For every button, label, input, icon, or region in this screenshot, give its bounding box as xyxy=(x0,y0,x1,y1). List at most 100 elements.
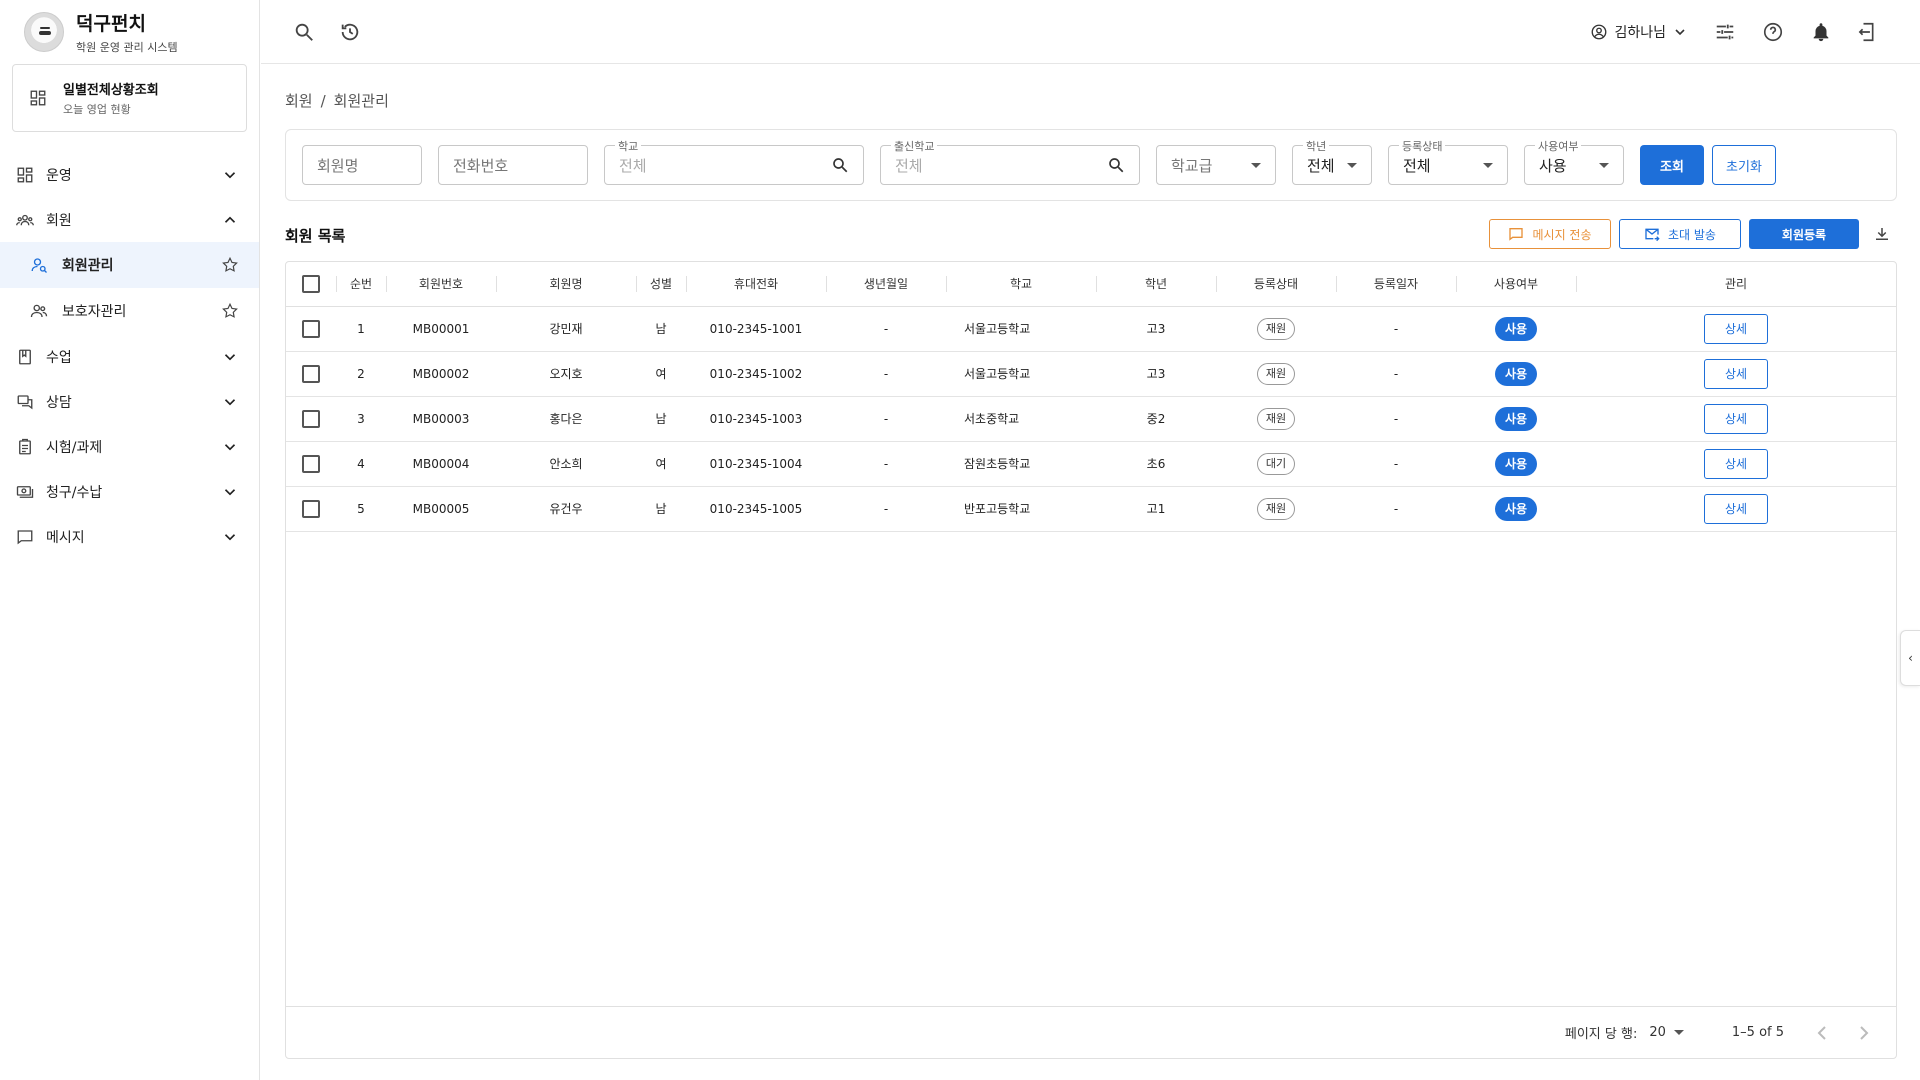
filter-bar: 회원명 전화번호 학교 전체 출신학교 전체 학교급 학년 전체 등록상태 전체… xyxy=(285,129,1897,201)
reset-button[interactable]: 초기화 xyxy=(1712,145,1776,185)
row-checkbox[interactable] xyxy=(302,319,320,338)
breadcrumb: 회원 / 회원관리 xyxy=(285,90,1896,111)
detail-button[interactable]: 상세 xyxy=(1704,448,1768,479)
star-icon[interactable] xyxy=(221,256,239,274)
column-header: 등록일자 xyxy=(1336,262,1456,307)
row-checkbox[interactable] xyxy=(302,454,320,473)
status-select[interactable]: 등록상태 전체 xyxy=(1388,138,1508,185)
cell-birth: - xyxy=(826,486,946,532)
daily-status-card[interactable]: 일별전체상황조회 오늘 영업 현황 xyxy=(12,64,247,132)
brand-title: 덕구펀치 xyxy=(76,13,146,35)
school-search-input[interactable]: 학교 전체 xyxy=(604,138,864,185)
side-panel-toggle[interactable]: ‹ xyxy=(1900,630,1920,686)
chevron-down-icon xyxy=(224,533,236,540)
table-row[interactable]: 3 MB00003 홍다은 남 010-2345-1003 - 서초중학교 중2… xyxy=(286,396,1896,442)
row-checkbox[interactable] xyxy=(302,409,320,428)
sidebar-item-guardian-manage[interactable]: 보호자관리 xyxy=(0,288,259,334)
column-header: 순번 xyxy=(336,262,386,307)
cell-status: 재원 xyxy=(1216,396,1336,442)
search-icon[interactable] xyxy=(1107,156,1125,174)
cell-member-id: MB00001 xyxy=(386,306,496,352)
status-badge: 재원 xyxy=(1256,497,1296,520)
cell-birth: - xyxy=(826,351,946,397)
cell-member-name: 오지호 xyxy=(496,351,636,397)
sidebar-item-counsel[interactable]: 상담 xyxy=(0,379,259,424)
payments-icon xyxy=(16,485,34,498)
send-message-button[interactable]: 메시지 전송 xyxy=(1489,219,1611,249)
search-icon[interactable] xyxy=(293,21,315,43)
detail-button[interactable]: 상세 xyxy=(1704,313,1768,344)
star-icon[interactable] xyxy=(221,302,239,320)
sidebar-item-exam[interactable]: 시험/과제 xyxy=(0,424,259,469)
sidebar: 덕구펀치 학원 운영 관리 시스템 일별전체상황조회 오늘 영업 현황 운영 회… xyxy=(0,0,260,1080)
cell-status: 재원 xyxy=(1216,351,1336,397)
school-level-select[interactable]: 학교급 xyxy=(1156,145,1276,185)
logout-icon[interactable] xyxy=(1858,21,1880,43)
use-badge: 사용 xyxy=(1494,496,1538,521)
search-button[interactable]: 조회 xyxy=(1640,145,1704,185)
chevron-right-icon[interactable] xyxy=(1852,1021,1876,1045)
table-row[interactable]: 1 MB00001 강민재 남 010-2345-1001 - 서울고등학교 고… xyxy=(286,306,1896,352)
rows-per-page-label: 페이지 당 행: xyxy=(1564,1027,1638,1042)
brand[interactable]: 덕구펀치 학원 운영 관리 시스템 xyxy=(0,0,259,64)
search-icon[interactable] xyxy=(831,156,849,174)
help-icon[interactable] xyxy=(1762,21,1784,43)
sidebar-item-member-manage[interactable]: 회원관리 xyxy=(0,242,259,288)
cell-phone: 010-2345-1002 xyxy=(686,351,826,397)
cell-grade: 중2 xyxy=(1096,396,1216,442)
table-row[interactable]: 5 MB00005 유건우 남 010-2345-1005 - 반포고등학교 고… xyxy=(286,486,1896,532)
download-button[interactable] xyxy=(1867,225,1897,243)
cell-use: 사용 xyxy=(1456,441,1576,487)
use-badge: 사용 xyxy=(1494,361,1538,386)
select-all-checkbox[interactable] xyxy=(302,274,320,293)
cell-manage: 상세 xyxy=(1576,306,1896,352)
clipboard-icon xyxy=(19,438,31,454)
brand-subtitle: 학원 운영 관리 시스템 xyxy=(76,41,178,54)
member-name-input[interactable]: 회원명 xyxy=(302,145,422,185)
cell-birth: - xyxy=(826,396,946,442)
column-header: 생년월일 xyxy=(826,262,946,307)
table-row[interactable]: 4 MB00004 안소희 여 010-2345-1004 - 잠원초등학교 초… xyxy=(286,441,1896,487)
use-select[interactable]: 사용여부 사용 xyxy=(1524,138,1624,185)
detail-button[interactable]: 상세 xyxy=(1704,358,1768,389)
detail-button[interactable]: 상세 xyxy=(1704,403,1768,434)
row-checkbox[interactable] xyxy=(302,499,320,518)
tune-icon[interactable] xyxy=(1714,21,1736,43)
app-root: 덕구펀치 학원 운영 관리 시스템 일별전체상황조회 오늘 영업 현황 운영 회… xyxy=(0,0,1920,1080)
use-value: 사용 xyxy=(1539,156,1567,175)
cell-manage: 상세 xyxy=(1576,351,1896,397)
column-header: 성별 xyxy=(636,262,686,307)
detail-button[interactable]: 상세 xyxy=(1704,493,1768,524)
sidebar-item-operation[interactable]: 운영 xyxy=(0,152,259,197)
sidebar-item-member[interactable]: 회원 xyxy=(0,197,259,242)
chevron-left-icon[interactable] xyxy=(1810,1021,1834,1045)
status-value: 전체 xyxy=(1403,156,1431,175)
caret-down-icon xyxy=(1599,162,1609,168)
breadcrumb-current: 회원관리 xyxy=(333,92,389,110)
daily-status-subtitle: 오늘 영업 현황 xyxy=(63,103,131,116)
row-checkbox[interactable] xyxy=(302,364,320,383)
grade-select[interactable]: 학년 전체 xyxy=(1292,138,1372,185)
cell-school: 잠원초등학교 xyxy=(946,441,1096,487)
table-row[interactable]: 2 MB00002 오지호 여 010-2345-1002 - 서울고등학교 고… xyxy=(286,351,1896,397)
bell-icon[interactable] xyxy=(1810,21,1832,43)
cell-manage: 상세 xyxy=(1576,396,1896,442)
download-icon xyxy=(1876,228,1888,240)
row-select-cell xyxy=(286,486,336,532)
sidebar-item-class[interactable]: 수업 xyxy=(0,334,259,379)
sidebar-nav: 운영 회원 회원관리 보호자관리 수업 상담 시험/과제 청구/수납 메시지 xyxy=(0,152,259,559)
breadcrumb-root[interactable]: 회원 xyxy=(285,92,313,110)
cell-phone: 010-2345-1003 xyxy=(686,396,826,442)
sidebar-item-billing[interactable]: 청구/수납 xyxy=(0,469,259,514)
rows-per-page-select[interactable]: 20 xyxy=(1649,1025,1684,1040)
column-header: 사용여부 xyxy=(1456,262,1576,307)
origin-school-search-input[interactable]: 출신학교 전체 xyxy=(880,138,1140,185)
sidebar-item-message[interactable]: 메시지 xyxy=(0,514,259,559)
send-invite-button[interactable]: 초대 발송 xyxy=(1619,219,1741,249)
phone-input[interactable]: 전화번호 xyxy=(438,145,588,185)
chat-icon xyxy=(17,394,33,409)
register-member-button[interactable]: 회원등록 xyxy=(1749,219,1859,249)
message-icon xyxy=(17,529,33,544)
history-icon[interactable] xyxy=(339,21,361,43)
user-menu[interactable]: 김하나님 xyxy=(1590,22,1688,42)
